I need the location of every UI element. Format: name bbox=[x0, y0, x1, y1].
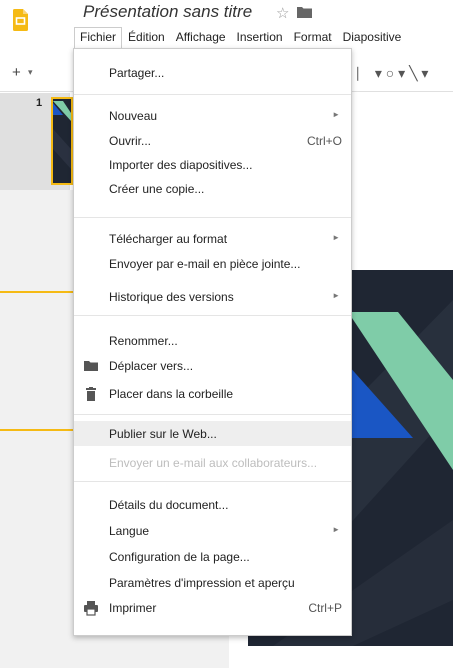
submenu-arrow-icon: ► bbox=[332, 233, 340, 242]
menu-affichage[interactable]: Affichage bbox=[170, 27, 231, 47]
menu-item-configuration-page[interactable]: Configuration de la page... bbox=[74, 544, 351, 569]
new-slide-dropdown-icon[interactable]: ▾ bbox=[28, 67, 33, 78]
folder-icon bbox=[84, 361, 98, 371]
shortcut-label: Ctrl+P bbox=[308, 601, 342, 615]
menu-item-ouvrir[interactable]: Ouvrir... Ctrl+O bbox=[74, 128, 351, 153]
shortcut-label: Ctrl+O bbox=[306, 134, 342, 148]
menu-separator bbox=[74, 315, 351, 316]
menu-separator bbox=[74, 94, 351, 95]
submenu-arrow-icon: ► bbox=[332, 291, 340, 300]
menu-bar: Fichier Édition Affichage Insertion Format Di… bbox=[74, 27, 406, 49]
slide-thumbnail-art bbox=[53, 99, 71, 183]
menu-insertion[interactable]: Insertion bbox=[231, 27, 288, 47]
menu-edition[interactable]: Édition bbox=[122, 27, 170, 47]
file-menu-dropdown: Partager... Nouveau ► Ouvrir... Ctrl+O I… bbox=[73, 48, 352, 636]
menu-item-nouveau[interactable]: Nouveau ► bbox=[74, 103, 351, 128]
star-icon[interactable]: ☆ bbox=[276, 4, 289, 22]
menu-separator bbox=[74, 481, 351, 482]
menu-item-imprimer[interactable]: Imprimer Ctrl+P bbox=[74, 595, 351, 620]
menu-item-historique[interactable]: Historique des versions ► bbox=[74, 284, 351, 309]
menu-item-envoyer-email[interactable]: Envoyer par e-mail en pièce jointe... bbox=[74, 251, 351, 276]
folder-icon[interactable] bbox=[297, 6, 312, 18]
slide-number: 1 bbox=[36, 97, 43, 109]
menu-item-details[interactable]: Détails du document... bbox=[74, 492, 351, 517]
document-title[interactable]: Présentation sans titre bbox=[83, 2, 252, 22]
menu-separator bbox=[74, 414, 351, 415]
menu-item-publier-web[interactable]: Publier sur le Web... bbox=[74, 421, 351, 446]
menu-diapositive[interactable]: Diapositive bbox=[337, 27, 407, 47]
menu-item-renommer[interactable]: Renommer... bbox=[74, 328, 351, 353]
menu-item-corbeille[interactable]: Placer dans la corbeille bbox=[74, 381, 351, 406]
menu-item-importer[interactable]: Importer des diapositives... bbox=[74, 152, 351, 177]
menu-separator bbox=[74, 217, 351, 218]
slide-thumbnail[interactable] bbox=[51, 97, 73, 185]
menu-item-telecharger[interactable]: Télécharger au format ► bbox=[74, 226, 351, 251]
new-slide-button[interactable]: + bbox=[12, 64, 21, 81]
menu-format[interactable]: Format bbox=[288, 27, 337, 47]
menu-item-parametres-impression[interactable]: Paramètres d'impression et aperçu bbox=[74, 570, 351, 595]
submenu-arrow-icon: ► bbox=[332, 525, 340, 534]
menu-item-creer-copie[interactable]: Créer une copie... bbox=[74, 176, 351, 201]
menu-fichier[interactable]: Fichier bbox=[74, 27, 123, 48]
trash-icon bbox=[86, 387, 96, 401]
menu-item-langue[interactable]: Langue ► bbox=[74, 518, 351, 543]
toolbar-shape-tools[interactable]: ⎸ ▾ ○ ▾ ╲ ▾ bbox=[357, 65, 428, 82]
menu-item-partager[interactable]: Partager... bbox=[74, 60, 351, 85]
menu-item-deplacer[interactable]: Déplacer vers... bbox=[74, 353, 351, 378]
slides-logo-icon[interactable] bbox=[13, 9, 28, 31]
printer-icon bbox=[84, 601, 98, 616]
menu-item-email-collaborateurs: Envoyer un e-mail aux collaborateurs... bbox=[109, 456, 318, 470]
submenu-arrow-icon: ► bbox=[332, 110, 340, 119]
